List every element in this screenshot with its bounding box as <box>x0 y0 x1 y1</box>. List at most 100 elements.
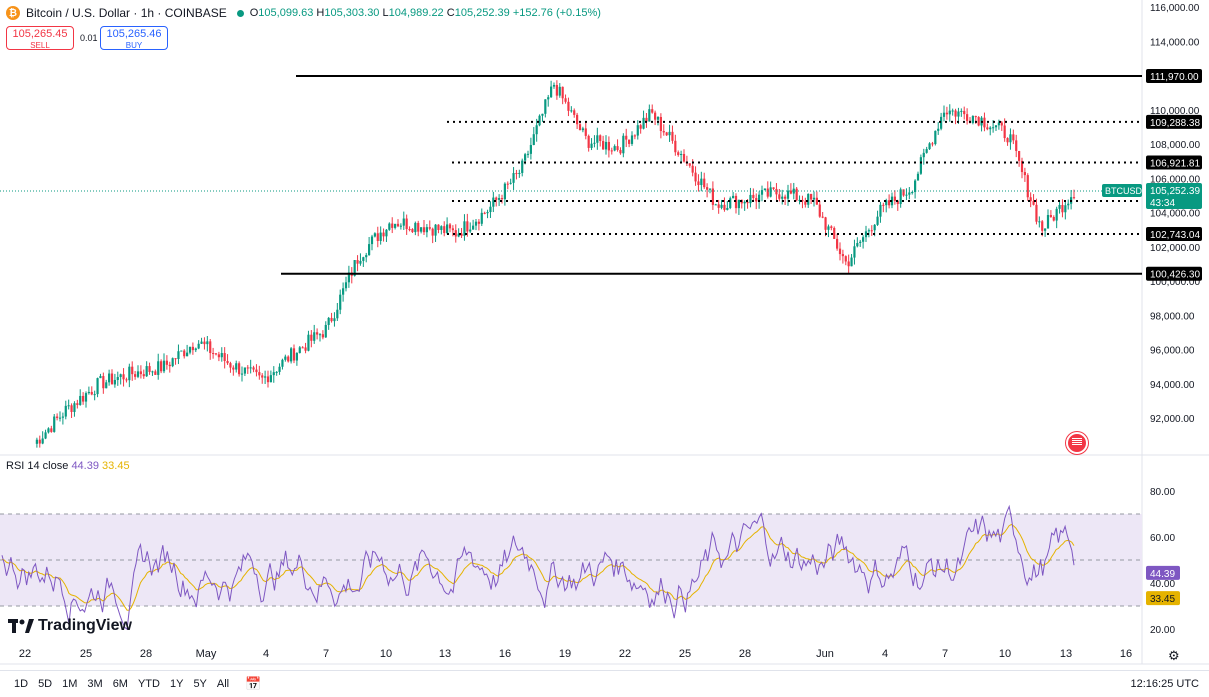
candle-body <box>518 172 521 174</box>
candle-body <box>206 341 209 345</box>
candle-body <box>977 117 980 126</box>
candle-body <box>642 117 645 129</box>
tradingview-logo[interactable]: TradingView <box>8 617 132 635</box>
range-1m[interactable]: 1M <box>60 678 79 690</box>
candle-body <box>394 223 397 228</box>
candle-body <box>113 379 116 385</box>
candle-body <box>541 113 544 116</box>
candle-body <box>942 112 946 117</box>
level-label: 111,970.00 <box>1150 72 1199 83</box>
chart-canvas[interactable]: 116,000.00114,000.00112,000.00110,000.00… <box>0 0 1209 696</box>
candle-body <box>630 135 634 144</box>
x-tick: 25 <box>678 648 692 660</box>
candle-body <box>1026 175 1029 198</box>
level-label: 100,426.30 <box>1150 270 1200 281</box>
candle-body <box>240 373 244 375</box>
candle-body <box>489 206 492 213</box>
candle-body <box>1012 134 1015 141</box>
buy-button[interactable]: 105,265.46 BUY <box>100 26 168 50</box>
candle-body <box>148 366 151 372</box>
candle-body <box>217 354 220 358</box>
us-flag-event-icon[interactable] <box>1066 432 1088 454</box>
rsi-value-tag: 44.39 <box>1150 569 1175 580</box>
candle-body <box>295 352 298 361</box>
candle-body <box>209 341 212 354</box>
candle-body <box>168 364 171 367</box>
candle-body <box>1058 205 1061 209</box>
candle-body <box>131 366 134 375</box>
candle-body <box>992 127 995 129</box>
candle-body <box>986 127 989 130</box>
date-range-calendar-icon[interactable]: 📅 <box>245 676 261 692</box>
chart-window: 116,000.00114,000.00112,000.00110,000.00… <box>0 0 1209 696</box>
candle-body <box>38 439 41 444</box>
rsi-ma-value: 33.45 <box>102 460 130 472</box>
rsi-legend: RSI 14 close 44.39 33.45 <box>6 460 130 472</box>
candle-body <box>792 188 795 194</box>
settings-gear-icon[interactable]: ⚙ <box>1168 648 1180 664</box>
candle-body <box>238 363 241 375</box>
candle-body <box>581 128 584 131</box>
candle-body <box>576 114 579 125</box>
range-5y[interactable]: 5Y <box>191 678 208 690</box>
range-all[interactable]: All <box>215 678 231 690</box>
candle-body <box>983 117 986 128</box>
candle-body <box>821 216 824 218</box>
candle-body <box>810 193 813 200</box>
candle-body <box>847 261 850 267</box>
range-3m[interactable]: 3M <box>85 678 104 690</box>
x-tick: 19 <box>558 648 572 660</box>
candle-body <box>154 371 157 375</box>
trade-panel: 105,265.45 SELL 0.01 105,265.46 BUY <box>6 26 168 50</box>
time-axis[interactable]: 22 25 28 May 4 7 10 13 16 19 22 25 28 Ju… <box>0 648 1140 664</box>
candle-body <box>1003 125 1006 139</box>
candle-body <box>945 112 948 115</box>
candle-body <box>547 97 550 100</box>
candle-body <box>1009 134 1012 143</box>
candle-body <box>677 152 680 155</box>
brand-name: TradingView <box>38 617 132 634</box>
utc-clock[interactable]: 12:16:25 UTC <box>1131 678 1199 690</box>
candle-body <box>365 255 368 258</box>
x-tick: 28 <box>738 648 752 660</box>
candle-body <box>402 218 405 226</box>
candle-body <box>373 233 376 237</box>
candle-body <box>414 222 417 233</box>
candle-body <box>639 125 642 129</box>
x-tick: 22 <box>18 648 32 660</box>
range-1y[interactable]: 1Y <box>168 678 185 690</box>
candle-body <box>405 218 408 230</box>
candle-body <box>775 188 778 195</box>
candle-body <box>188 346 192 353</box>
candle-body <box>428 227 431 229</box>
candle-body <box>136 371 140 377</box>
candle-body <box>255 369 258 373</box>
candle-body <box>966 114 969 121</box>
sell-button[interactable]: 105,265.45 SELL <box>6 26 74 50</box>
candle-body <box>292 348 296 361</box>
candle-body <box>474 221 478 226</box>
candle-body <box>422 227 426 233</box>
candle-body <box>483 212 486 214</box>
candle-body <box>723 204 726 210</box>
candle-body <box>281 359 284 367</box>
candle-body <box>697 181 700 186</box>
range-1d[interactable]: 1D <box>12 678 30 690</box>
level-label: 102,743.04 <box>1150 230 1200 241</box>
candle-body <box>376 233 379 241</box>
symbol-title[interactable]: Bitcoin / U.S. Dollar · 1h · COINBASE <box>26 6 227 20</box>
candle-body <box>873 224 876 231</box>
candle-body <box>200 341 203 344</box>
range-5d[interactable]: 5D <box>36 678 54 690</box>
candle-body <box>139 371 142 375</box>
candle-body <box>567 101 570 111</box>
candle-body <box>680 153 683 155</box>
range-ytd[interactable]: YTD <box>136 678 162 690</box>
candle-body <box>729 198 732 208</box>
candle-body <box>316 332 319 335</box>
candle-body <box>694 172 697 182</box>
candle-body <box>544 99 547 114</box>
candle-body <box>220 353 223 358</box>
candle-body <box>648 109 651 122</box>
range-6m[interactable]: 6M <box>111 678 130 690</box>
